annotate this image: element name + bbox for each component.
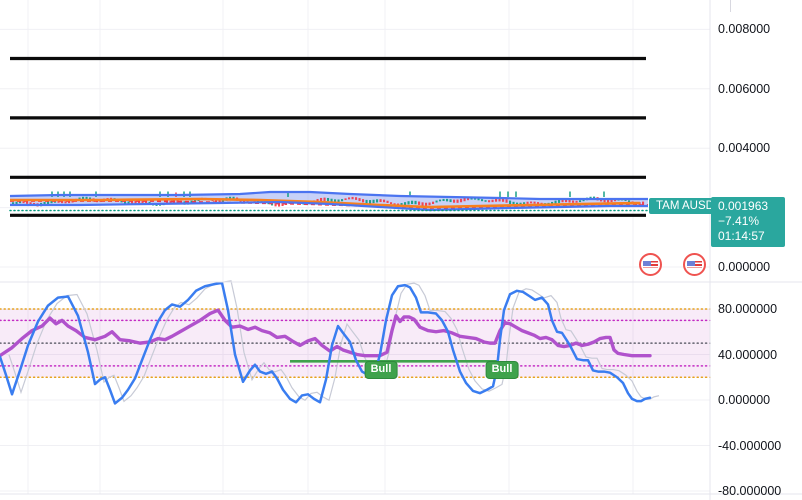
badge-change: −7.41% [718,214,760,228]
price-axis-label: 0.006000 [718,81,771,96]
micro-candle [323,197,326,202]
trading-chart-root: TAM AUSD 0.001963 −7.41% 01:14:57 0.0080… [0,0,802,500]
micro-candle [509,200,512,204]
micro-candle [425,202,428,206]
micro-candle [358,198,361,202]
micro-candle [379,199,382,203]
micro-candle [355,197,358,200]
scale-notch [730,0,731,12]
micro-candle [575,200,578,203]
micro-candle [432,201,435,204]
micro-candle [495,198,498,202]
micro-candle [533,201,536,204]
bull-divergence-label: Bull [364,361,398,380]
micro-candle [484,200,487,202]
micro-candle [579,200,582,203]
micro-candle [572,200,575,203]
badge-price: 0.001963 [718,199,769,213]
micro-candle [344,198,347,201]
micro-candle [407,201,410,205]
price-axis-badge: 0.001963 −7.41% 01:14:57 [711,197,785,247]
flag-canton [687,261,695,266]
bull-divergence-label: Bull [485,361,519,380]
micro-candle [15,201,18,204]
micro-candle [369,200,372,204]
price-axis-label: 0.004000 [718,141,771,156]
micro-candle [26,201,29,204]
flag-canton [643,261,651,266]
chart-canvas[interactable] [0,0,802,500]
micro-candle [435,200,438,203]
micro-candle [453,199,456,203]
micro-candle [386,200,389,203]
micro-candle [421,202,424,206]
price-axis-label: 0.008000 [718,22,771,37]
micro-candle [327,197,330,202]
micro-candle [505,199,508,203]
micro-candle [376,199,379,203]
micro-candle [362,199,365,203]
micro-candle [442,198,445,202]
micro-candle [411,200,414,205]
micro-candle [460,198,463,203]
us-flag-event-icon[interactable] [683,253,706,276]
micro-candle [491,199,494,203]
micro-candle [449,199,452,203]
micro-candle [456,199,459,203]
micro-candle [439,199,442,202]
micro-candle [526,201,529,204]
micro-candle [428,202,431,206]
micro-candle [351,196,354,200]
osc-axis-label: 0.000000 [718,393,771,407]
micro-candle [414,200,417,205]
micro-candle [372,199,375,204]
micro-candle [446,198,449,202]
micro-candle [348,197,351,200]
price-axis-label: 0.000000 [718,260,771,274]
micro-candle [568,199,571,203]
us-flag-event-icon[interactable] [639,253,662,276]
micro-candle [481,199,484,202]
micro-candle [404,202,407,206]
micro-candle [418,201,421,205]
osc-axis-label: -40.000000 [718,438,782,453]
micro-candle [341,199,344,202]
osc-axis-label: 40.000000 [718,347,778,362]
micro-candle [383,199,386,203]
badge-countdown: 01:14:57 [718,229,765,243]
micro-candle [530,201,533,204]
osc-axis-label: 80.000000 [718,302,778,316]
osc-axis-label: -80.000000 [718,484,782,498]
micro-candle [488,200,491,203]
micro-candle [365,199,368,204]
micro-candle [390,202,393,205]
